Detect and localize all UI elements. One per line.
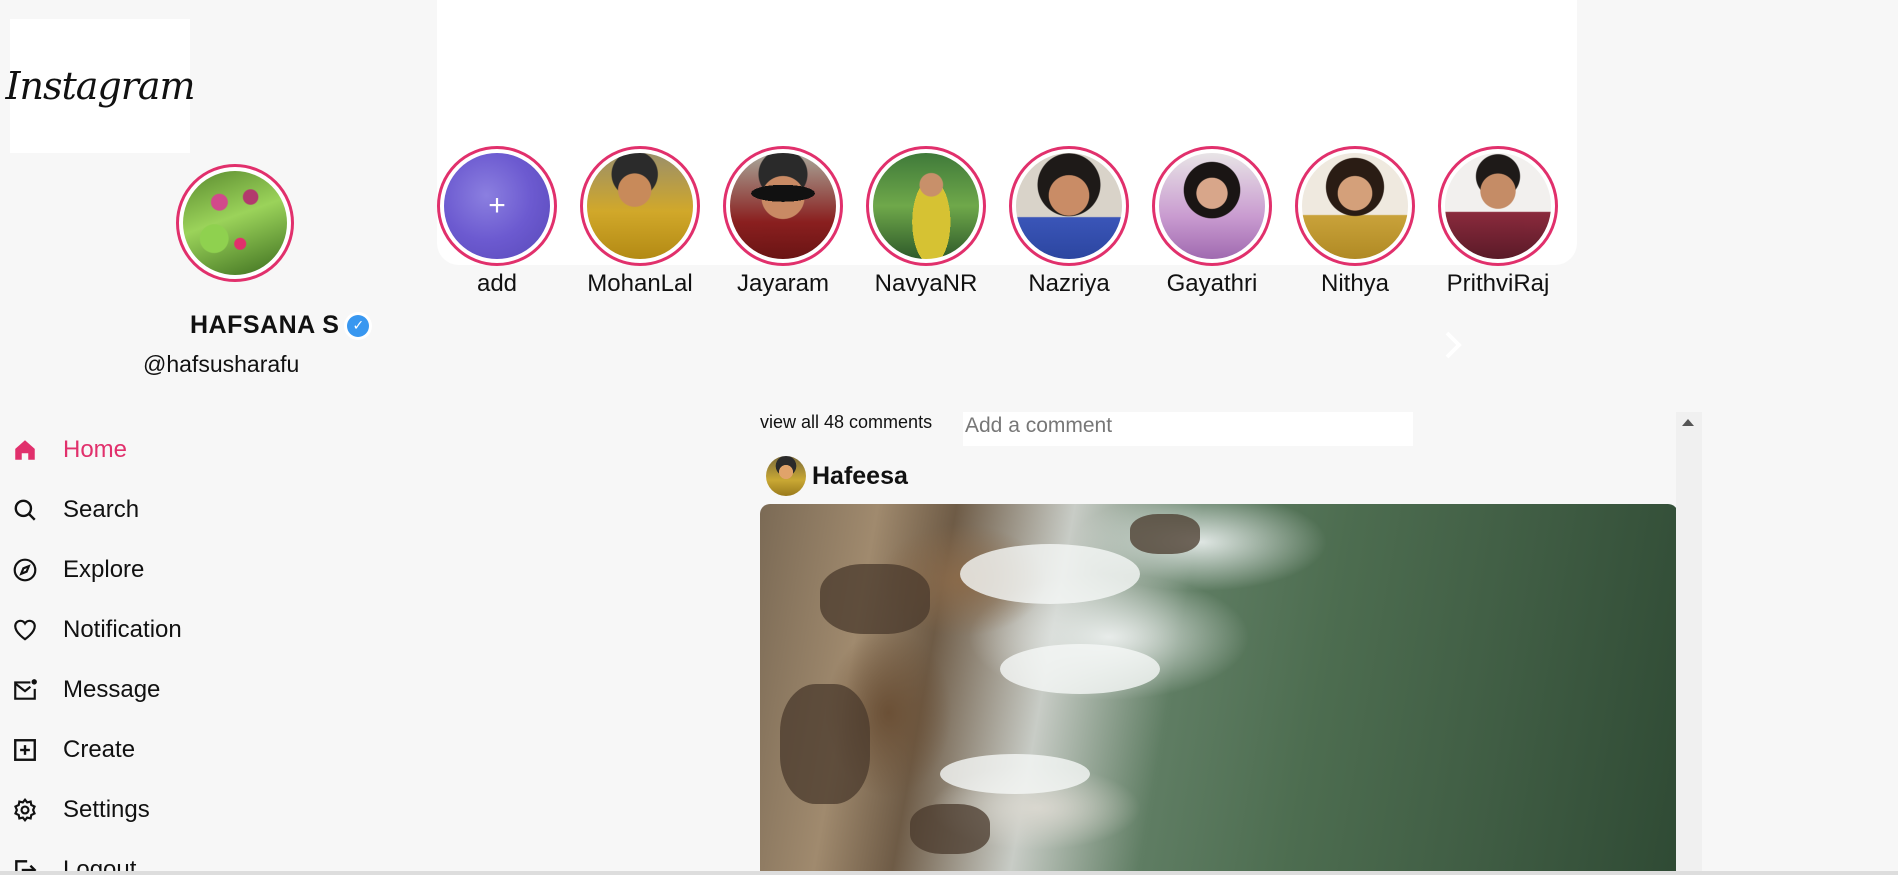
story-navyanr[interactable]: NavyaNR [866, 146, 986, 298]
nav-item-create[interactable]: Create [10, 720, 182, 780]
comment-row: view all 48 comments [760, 412, 1660, 452]
story-ring [1438, 146, 1558, 266]
story-jayaram[interactable]: Jayaram [723, 146, 843, 298]
story-label: NavyaNR [874, 270, 978, 297]
story-ring [723, 146, 843, 266]
story-add-image: + [444, 153, 550, 259]
story-gayathri[interactable]: Gayathri [1152, 146, 1272, 298]
nav-item-label: Search [63, 496, 140, 523]
nav-item-label: Home [63, 436, 128, 463]
scroll-up-arrow-icon[interactable] [1682, 419, 1694, 426]
post-header: Hafeesa [766, 456, 908, 496]
post-image-detail [780, 684, 870, 804]
nav-item-logout[interactable]: Logout [10, 840, 182, 875]
nav-item-label: Create [63, 736, 136, 763]
story-ring [1152, 146, 1272, 266]
story-nazriya[interactable]: Nazriya [1009, 146, 1129, 298]
compass-icon [10, 555, 40, 585]
story-image [730, 153, 836, 259]
post-image-detail [960, 544, 1140, 604]
nav-item-message[interactable]: Message [10, 660, 182, 720]
nav-item-settings[interactable]: Settings [10, 780, 182, 840]
story-ring [1295, 146, 1415, 266]
nav-item-home[interactable]: Home [10, 420, 182, 480]
story-label: add [476, 270, 518, 297]
post-image-detail [940, 754, 1090, 794]
story-ring [866, 146, 986, 266]
story-image [587, 153, 693, 259]
view-all-comments-link[interactable]: view all 48 comments [760, 412, 932, 433]
story-label: PrithviRaj [1446, 270, 1550, 297]
story-ring: + [437, 146, 557, 266]
verified-check-icon: ✓ [347, 314, 370, 337]
profile-handle: @hafsusharafu [143, 351, 300, 377]
story-nithya[interactable]: Nithya [1295, 146, 1415, 298]
nav-item-label: Notification [63, 616, 182, 643]
mail-icon [10, 675, 40, 705]
nav-item-label: Explore [63, 556, 145, 583]
nav-item-search[interactable]: Search [10, 480, 182, 540]
post-avatar[interactable] [766, 456, 806, 496]
story-image [1159, 153, 1265, 259]
post-username[interactable]: Hafeesa [812, 462, 908, 491]
story-image [1302, 153, 1408, 259]
post-image-detail [1000, 644, 1160, 694]
story-ring [580, 146, 700, 266]
logo[interactable]: Instagram [5, 19, 196, 153]
profile-name-row: HAFSANA S ✓ [190, 311, 370, 340]
heart-icon [10, 615, 40, 645]
plus-square-icon [10, 735, 40, 765]
plus-icon: + [488, 189, 506, 222]
window-bottom-border [0, 871, 1898, 875]
nav-item-notification[interactable]: Notification [10, 600, 182, 660]
story-image [1445, 153, 1551, 259]
post-image-detail [820, 564, 930, 634]
search-icon [10, 495, 40, 525]
story-ring [1009, 146, 1129, 266]
logo-text: Instagram [5, 64, 195, 108]
story-image [873, 153, 979, 259]
story-add[interactable]: + add [437, 146, 557, 298]
nav-item-label: Settings [63, 796, 150, 823]
sidebar-nav: Home Search Explore Notification Message… [10, 420, 182, 875]
comment-input[interactable] [963, 412, 1413, 446]
feed: view all 48 comments Hafeesa [760, 412, 1702, 875]
story-prithviraj[interactable]: PrithviRaj [1438, 146, 1558, 298]
story-label: MohanLal [587, 270, 693, 297]
post-image[interactable] [760, 504, 1678, 875]
home-icon [10, 435, 40, 465]
story-label: Nazriya [1028, 270, 1110, 297]
nav-item-label: Message [63, 676, 161, 703]
post-image-detail [1130, 514, 1200, 554]
gear-icon [10, 795, 40, 825]
stories-list: + add MohanLal Jayaram NavyaNR Nazriya G… [437, 146, 1558, 298]
profile-avatar-image [183, 171, 287, 275]
post-image-detail [910, 804, 990, 854]
story-image [1016, 153, 1122, 259]
nav-item-explore[interactable]: Explore [10, 540, 182, 600]
story-label: Nithya [1320, 270, 1390, 297]
feed-scrollbar[interactable] [1676, 412, 1702, 875]
story-mohanlal[interactable]: MohanLal [580, 146, 700, 298]
profile-avatar[interactable] [176, 164, 294, 282]
story-label: Jayaram [736, 270, 830, 297]
story-label: Gayathri [1166, 270, 1258, 297]
profile-name: HAFSANA S [190, 311, 340, 339]
chevron-right-icon[interactable] [1438, 325, 1468, 365]
